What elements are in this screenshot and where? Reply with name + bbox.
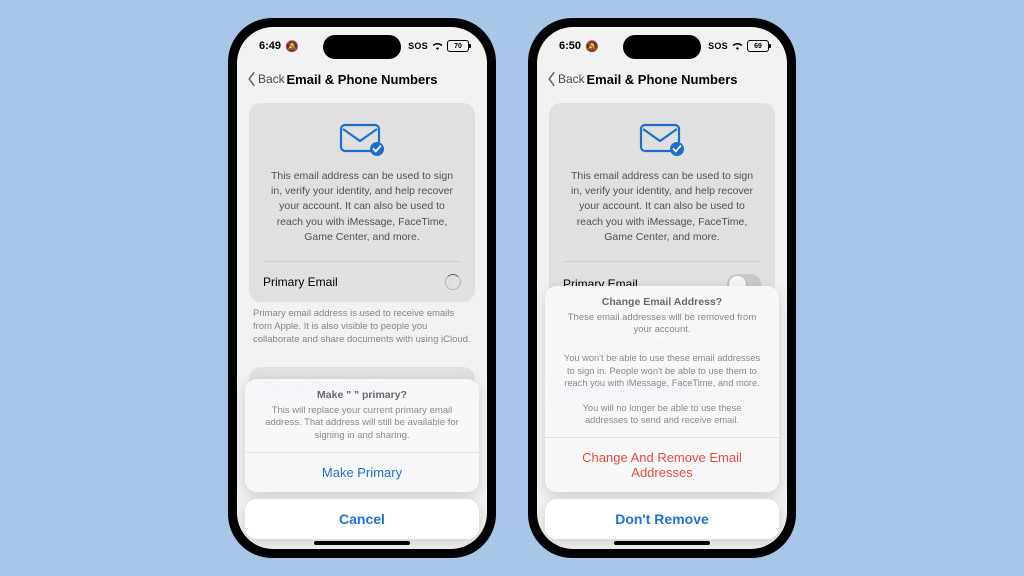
make-primary-button[interactable]: Make Primary [245,452,479,492]
back-button[interactable]: Back [547,72,585,86]
page-title: Email & Phone Numbers [287,72,438,87]
alert-paragraph-2: You will no longer be able to use these … [545,396,779,437]
action-sheet: Make " " primary? This will replace your… [245,379,479,539]
back-button[interactable]: Back [247,72,285,86]
alert-paragraph-1: You won't be able to use these email add… [545,346,779,396]
home-indicator[interactable] [614,541,710,545]
phone-right: 6:50 🔕 SOS 69 Back Email & Phone Numbers [528,18,796,558]
alert-title: Change Email Address? [559,296,765,308]
card-description: This email address can be used to sign i… [563,169,761,261]
sos-indicator: SOS [408,41,428,51]
battery-indicator: 69 [747,40,769,52]
info-card: This email address can be used to sign i… [549,103,775,306]
sheet-title: Make " " primary? [259,389,465,401]
primary-footnote: Primary email address is used to receive… [249,302,475,356]
alert-subtitle: These email addresses will be removed fr… [559,312,765,338]
home-indicator[interactable] [314,541,410,545]
primary-email-row[interactable]: Primary Email [263,261,461,302]
wifi-icon [431,40,444,53]
silent-icon: 🔕 [285,40,299,53]
cancel-button[interactable]: Cancel [245,499,479,539]
phone-left: 6:49 🔕 SOS 70 Back Email & Phone Numbers [228,18,496,558]
back-label: Back [258,72,285,86]
envelope-icon [563,121,761,157]
primary-email-label: Primary Email [263,275,338,289]
silent-icon: 🔕 [585,40,599,53]
change-and-remove-button[interactable]: Change And Remove Email Addresses [545,437,779,492]
status-time: 6:50 [559,40,581,52]
status-time: 6:49 [259,40,281,52]
page-title: Email & Phone Numbers [587,72,738,87]
sheet-subtitle: This will replace your current primary e… [259,405,465,443]
dynamic-island [623,35,701,59]
change-email-alert: Change Email Address? These email addres… [545,286,779,539]
nav-bar: Back Email & Phone Numbers [237,65,487,93]
envelope-icon [263,121,461,157]
sos-indicator: SOS [708,41,728,51]
wifi-icon [731,40,744,53]
back-label: Back [558,72,585,86]
dont-remove-button[interactable]: Don't Remove [545,499,779,539]
nav-bar: Back Email & Phone Numbers [537,65,787,93]
battery-indicator: 70 [447,40,469,52]
dynamic-island [323,35,401,59]
card-description: This email address can be used to sign i… [263,169,461,261]
info-card: This email address can be used to sign i… [249,103,475,302]
loading-spinner-icon [445,274,461,290]
